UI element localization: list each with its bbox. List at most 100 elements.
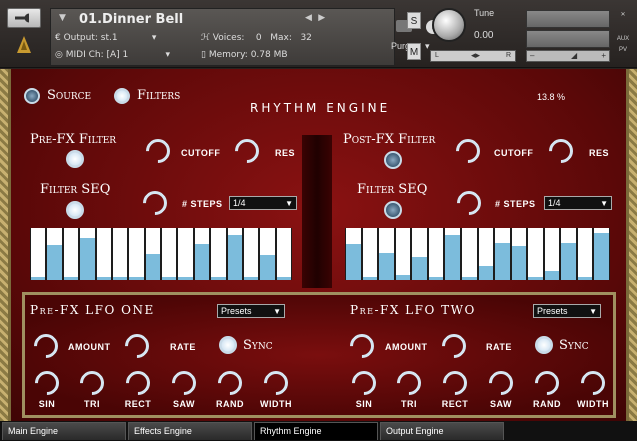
post-filter-seq-toggle[interactable] (384, 201, 402, 219)
output-row[interactable]: € Output: st.1 ▾ (55, 33, 156, 43)
pre-seq-step[interactable] (260, 228, 275, 280)
lfo-one-amount-label: AMOUNT (68, 342, 111, 352)
tab-effects-engine[interactable]: Effects Engine (128, 422, 252, 440)
pre-seq-step[interactable] (96, 228, 111, 280)
midi-row[interactable]: ◎ MIDI Ch: [A] 1 ▾ (55, 50, 170, 60)
lfo-two-rate-label: RATE (486, 342, 512, 352)
lfo-two-rect-label: RECT (441, 399, 469, 409)
source-label: Source (47, 88, 92, 103)
post-seq-step[interactable] (495, 228, 510, 280)
percent-readout: 13.8 % (537, 92, 566, 102)
pre-seq-step[interactable] (227, 228, 242, 280)
prev-next-icon[interactable]: ◀ ▶ (305, 13, 325, 23)
aux-button[interactable]: AUX (614, 36, 632, 46)
post-seq-step[interactable] (428, 228, 444, 280)
post-seq-step[interactable] (528, 228, 543, 280)
close-icon[interactable]: ✕ (614, 11, 632, 21)
pre-fx-filter-title: Pre-FX Filter (30, 132, 117, 147)
post-seq-step[interactable] (544, 228, 560, 280)
post-fx-filter-toggle[interactable] (384, 151, 402, 169)
volume-slider[interactable]: – ◢ + (526, 50, 610, 62)
memory-row: ▯ Memory: 0.78 MB (201, 50, 288, 60)
instrument-name[interactable]: 01.Dinner Bell (79, 12, 183, 27)
pre-seq-step[interactable] (243, 228, 259, 280)
lfo-one-width-label: WIDTH (260, 399, 292, 409)
lfo-two-title: Pre-FX LFO TWO (350, 303, 476, 317)
voices-row: ℋ Voices: 0 Max: 32 (201, 33, 312, 43)
lfo-two-rand-label: RAND (533, 399, 561, 409)
lfo-one-presets-dropdown[interactable]: Presets (217, 304, 285, 318)
tune-label: Tune (474, 8, 495, 18)
lfo-two-amount-label: AMOUNT (385, 342, 428, 352)
level-meter-right (526, 30, 610, 48)
right-border (629, 69, 637, 421)
source-radio[interactable] (24, 88, 40, 104)
post-seq-step[interactable] (445, 228, 460, 280)
post-seq-step[interactable] (346, 228, 361, 280)
pre-res-label: RES (275, 148, 296, 158)
lfo-two-tri-label: TRI (401, 399, 417, 409)
post-cutoff-label: CUTOFF (494, 148, 534, 158)
pre-filter-seq-title: Filter SEQ (40, 182, 111, 197)
pre-seq-step[interactable] (178, 228, 193, 280)
tune-knob[interactable] (432, 8, 466, 42)
lfo-two-width-label: WIDTH (577, 399, 609, 409)
pre-seq-step[interactable] (145, 228, 160, 280)
pre-seq-step[interactable] (194, 228, 210, 280)
post-seq-step[interactable] (511, 228, 527, 280)
pre-cutoff-label: CUTOFF (181, 148, 221, 158)
logo-icon (17, 36, 31, 53)
collapse-arrow-icon[interactable]: ▼ (59, 13, 66, 23)
post-seq-step[interactable] (461, 228, 477, 280)
pre-seq-step[interactable] (63, 228, 79, 280)
post-seq-step[interactable] (577, 228, 593, 280)
pre-seq-step[interactable] (211, 228, 226, 280)
post-res-label: RES (589, 148, 610, 158)
tab-output-engine[interactable]: Output Engine (380, 422, 504, 440)
level-meter-left (526, 10, 610, 28)
pre-seq-step[interactable] (129, 228, 144, 280)
post-step-sequencer[interactable] (345, 228, 610, 280)
kontakt-header: ▼01.Dinner Bell◀ ▶ i € Output: st.1 ▾ ℋ … (0, 0, 637, 68)
pre-seq-step[interactable] (31, 228, 46, 280)
pre-fx-filter-toggle[interactable] (66, 150, 84, 168)
lfo-one-rect-label: RECT (124, 399, 152, 409)
post-seq-step[interactable] (379, 228, 394, 280)
mute-button[interactable]: M (407, 43, 421, 60)
post-seq-step[interactable] (412, 228, 427, 280)
post-seq-step[interactable] (478, 228, 494, 280)
lfo-one-rand-label: RAND (216, 399, 244, 409)
pre-seq-step[interactable] (112, 228, 128, 280)
wrench-icon[interactable] (7, 8, 41, 28)
pre-seq-step[interactable] (47, 228, 62, 280)
post-seq-step[interactable] (594, 228, 609, 280)
post-seq-step[interactable] (395, 228, 411, 280)
lfo-one-rate-label: RATE (170, 342, 196, 352)
pre-filter-seq-toggle[interactable] (66, 201, 84, 219)
lfo-two-sync-label: Sync (559, 338, 589, 353)
instrument-header: ▼01.Dinner Bell◀ ▶ i € Output: st.1 ▾ ℋ … (50, 8, 440, 66)
pre-seq-step[interactable] (80, 228, 95, 280)
lfo-two-sync-toggle[interactable] (535, 336, 553, 354)
pre-steps-dropdown[interactable]: 1/4 (229, 196, 297, 210)
post-steps-label: # STEPS (495, 199, 536, 209)
tab-main-engine[interactable]: Main Engine (2, 422, 126, 440)
pan-slider[interactable]: L ◂▸ R (430, 50, 516, 62)
tab-rhythm-engine[interactable]: Rhythm Engine (254, 422, 378, 440)
engine-tab-bar: Main Engine Effects Engine Rhythm Engine… (0, 421, 637, 441)
lfo-one-sync-toggle[interactable] (219, 336, 237, 354)
pv-button[interactable]: PV (614, 47, 632, 57)
solo-button[interactable]: S (407, 12, 421, 29)
pre-step-sequencer[interactable] (30, 228, 292, 280)
pre-seq-step[interactable] (162, 228, 177, 280)
lfo-two-saw-label: SAW (489, 399, 513, 409)
pre-steps-label: # STEPS (182, 199, 223, 209)
lfo-one-sync-label: Sync (243, 338, 273, 353)
filters-radio[interactable] (114, 88, 130, 104)
post-fx-filter-title: Post-FX Filter (343, 132, 436, 147)
post-steps-dropdown[interactable]: 1/4 (544, 196, 612, 210)
lfo-two-presets-dropdown[interactable]: Presets (533, 304, 601, 318)
pre-seq-step[interactable] (276, 228, 291, 280)
post-seq-step[interactable] (561, 228, 576, 280)
post-seq-step[interactable] (362, 228, 378, 280)
